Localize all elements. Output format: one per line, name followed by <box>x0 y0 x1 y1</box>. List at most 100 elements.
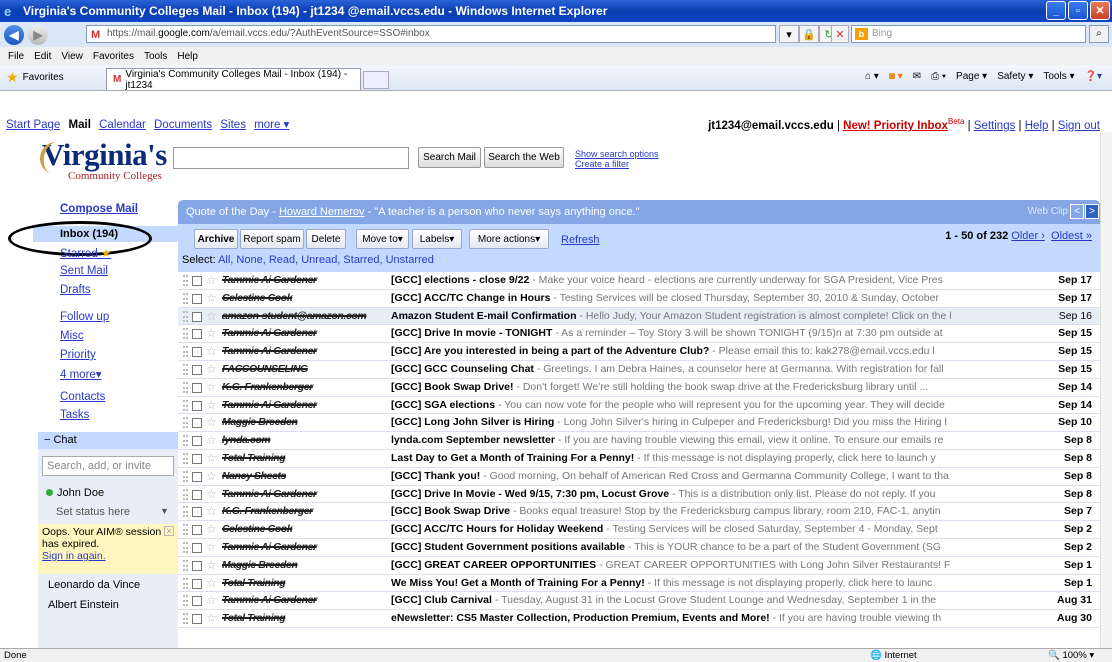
drag-handle-icon[interactable] <box>183 595 188 607</box>
dropdown-icon[interactable]: ▾ <box>779 25 799 43</box>
message-row[interactable]: ☆ Tammie Ai Gardener [GCC] Student Governm… <box>178 539 1100 557</box>
row-checkbox[interactable] <box>192 489 202 500</box>
message-row[interactable]: ☆ Maggie Breeden [GCC] Long John Silver is… <box>178 414 1100 433</box>
drag-handle-icon[interactable] <box>183 541 188 553</box>
message-row[interactable]: ☆ Maggie Breeden [GCC] GREAT CAREER OPPORT… <box>178 557 1100 575</box>
lock-icon[interactable]: 🔒 <box>799 25 819 43</box>
drafts-link[interactable]: Drafts <box>60 284 91 296</box>
new-tab-button[interactable] <box>363 71 389 89</box>
url-field[interactable]: Mhttps://mail.google.com/a/email.vccs.ed… <box>86 25 776 43</box>
drag-handle-icon[interactable] <box>183 346 188 358</box>
star-icon[interactable]: ☆ <box>206 575 217 592</box>
star-icon[interactable]: ☆ <box>206 592 217 609</box>
maximize-button[interactable]: ▫ <box>1068 1 1088 20</box>
star-icon[interactable]: ☆ <box>206 379 217 396</box>
star-icon[interactable]: ☆ <box>206 468 217 485</box>
print-icon[interactable]: ⎙ ▾ <box>931 71 946 82</box>
chat-header[interactable]: − Chat <box>38 432 178 449</box>
drag-handle-icon[interactable] <box>183 470 188 482</box>
search-input[interactable]: b Bing <box>851 25 1086 43</box>
sign-out-link[interactable]: Sign out <box>1058 120 1100 132</box>
row-checkbox[interactable] <box>192 400 202 411</box>
tools-menu[interactable]: Tools ▾ <box>1043 71 1074 82</box>
star-icon[interactable]: ☆ <box>206 432 217 449</box>
search-mail-button[interactable]: Search Mail <box>418 147 481 168</box>
message-row[interactable]: ☆ K.G. Frankenberger [GCC] Book Swap Drive… <box>178 503 1100 522</box>
row-checkbox[interactable] <box>192 578 202 589</box>
menu-tools[interactable]: Tools <box>144 51 167 62</box>
aim-sign-in-link[interactable]: Sign in again. <box>42 550 106 562</box>
mail-icon[interactable]: ✉ <box>913 71 921 82</box>
drag-handle-icon[interactable] <box>183 506 188 518</box>
message-row[interactable]: ☆ Nancy Sheets [GCC] Thank you! - Good mor… <box>178 468 1100 486</box>
star-icon[interactable]: ☆ <box>206 272 217 289</box>
help-icon[interactable]: ❓▾ <box>1085 71 1102 82</box>
row-checkbox[interactable] <box>192 276 202 286</box>
compose-mail-link[interactable]: Compose Mail <box>60 203 138 215</box>
row-checkbox[interactable] <box>192 614 202 625</box>
minimize-button[interactable]: _ <box>1046 1 1066 20</box>
message-row[interactable]: ☆ FACCOUNSELING [GCC] GCC Counseling Chat … <box>178 361 1100 379</box>
star-icon[interactable]: ☆ <box>206 557 217 574</box>
message-row[interactable]: ☆ Tammie Ai Gardener [GCC] Drive In movie … <box>178 325 1100 344</box>
message-row[interactable]: ☆ Total Training We Miss You! Get a Month … <box>178 575 1100 593</box>
nav-more[interactable]: more ▾ <box>254 119 289 131</box>
drag-handle-icon[interactable] <box>183 399 188 411</box>
row-checkbox[interactable] <box>192 293 202 304</box>
nav-sites[interactable]: Sites <box>220 119 246 131</box>
page-scrollbar[interactable] <box>1100 132 1112 648</box>
menu-favorites[interactable]: Favorites <box>93 51 134 62</box>
row-checkbox[interactable] <box>192 453 202 464</box>
stop-icon[interactable]: ✕ <box>831 25 849 43</box>
star-icon[interactable]: ☆ <box>206 486 217 503</box>
drag-handle-icon[interactable] <box>183 328 188 340</box>
menu-file[interactable]: File <box>8 51 24 62</box>
vccs-logo[interactable]: Virginia's Community Colleges <box>37 139 172 188</box>
home-icon[interactable]: ⌂ ▾ <box>865 71 879 82</box>
drag-handle-icon[interactable] <box>183 559 188 571</box>
star-icon[interactable]: ☆ <box>206 450 217 467</box>
starred-link[interactable]: Starred ★ <box>60 246 111 260</box>
star-icon[interactable]: ☆ <box>206 610 217 627</box>
priority-inbox-link[interactable]: New! Priority Inbox <box>843 120 948 132</box>
page-menu[interactable]: Page ▾ <box>956 71 987 82</box>
row-checkbox[interactable] <box>192 542 202 553</box>
star-icon[interactable]: ☆ <box>206 343 217 360</box>
search-go-icon[interactable]: ⌕ <box>1089 25 1109 43</box>
contacts-link[interactable]: Contacts <box>60 391 105 403</box>
message-row[interactable]: ☆ Total Training Last Day to Get a Month o… <box>178 450 1100 468</box>
drag-handle-icon[interactable] <box>183 292 188 304</box>
older-link[interactable]: Older › <box>1011 230 1045 242</box>
nav-calendar[interactable]: Calendar <box>99 119 146 131</box>
drag-handle-icon[interactable] <box>183 435 188 447</box>
label-priority[interactable]: Priority <box>60 349 96 361</box>
message-row[interactable]: ☆ Total Training eNewsletter: CS5 Master C… <box>178 610 1100 628</box>
help-link[interactable]: Help <box>1025 120 1049 132</box>
nav-start-page[interactable]: Start Page <box>6 119 60 131</box>
search-web-button[interactable]: Search the Web <box>484 147 564 168</box>
chat-search-input[interactable]: Search, add, or invite <box>42 456 174 476</box>
message-row[interactable]: ☆ Tammie Ai Gardener [GCC] elections - clo… <box>178 272 1100 290</box>
quote-author-link[interactable]: Howard Nemerov <box>279 206 365 218</box>
row-checkbox[interactable] <box>192 347 202 358</box>
show-search-options-link[interactable]: Show search options <box>575 149 659 159</box>
message-row[interactable]: ☆ Tammie Ai Gardener [GCC] SGA elections -… <box>178 397 1100 415</box>
menu-edit[interactable]: Edit <box>34 51 51 62</box>
oldest-link[interactable]: Oldest » <box>1051 230 1092 242</box>
label-follow-up[interactable]: Follow up <box>60 311 109 323</box>
message-row[interactable]: ☆ lynda.com lynda.com September newsletter… <box>178 432 1100 450</box>
menu-view[interactable]: View <box>61 51 83 62</box>
close-button[interactable]: ✕ <box>1090 1 1110 20</box>
row-checkbox[interactable] <box>192 311 202 322</box>
browser-tab[interactable]: M Virginia's Community Colleges Mail - I… <box>106 68 361 91</box>
row-checkbox[interactable] <box>192 507 202 518</box>
star-icon[interactable]: ☆ <box>206 361 217 378</box>
label-misc[interactable]: Misc <box>60 330 84 342</box>
close-icon[interactable]: × <box>164 526 174 536</box>
star-icon[interactable]: ☆ <box>206 414 217 431</box>
more-actions-button[interactable]: More actions▾ <box>469 229 549 249</box>
row-checkbox[interactable] <box>192 418 202 429</box>
drag-handle-icon[interactable] <box>183 524 188 536</box>
labels-button[interactable]: Labels▾ <box>412 229 462 249</box>
create-filter-link[interactable]: Create a filter <box>575 159 659 169</box>
